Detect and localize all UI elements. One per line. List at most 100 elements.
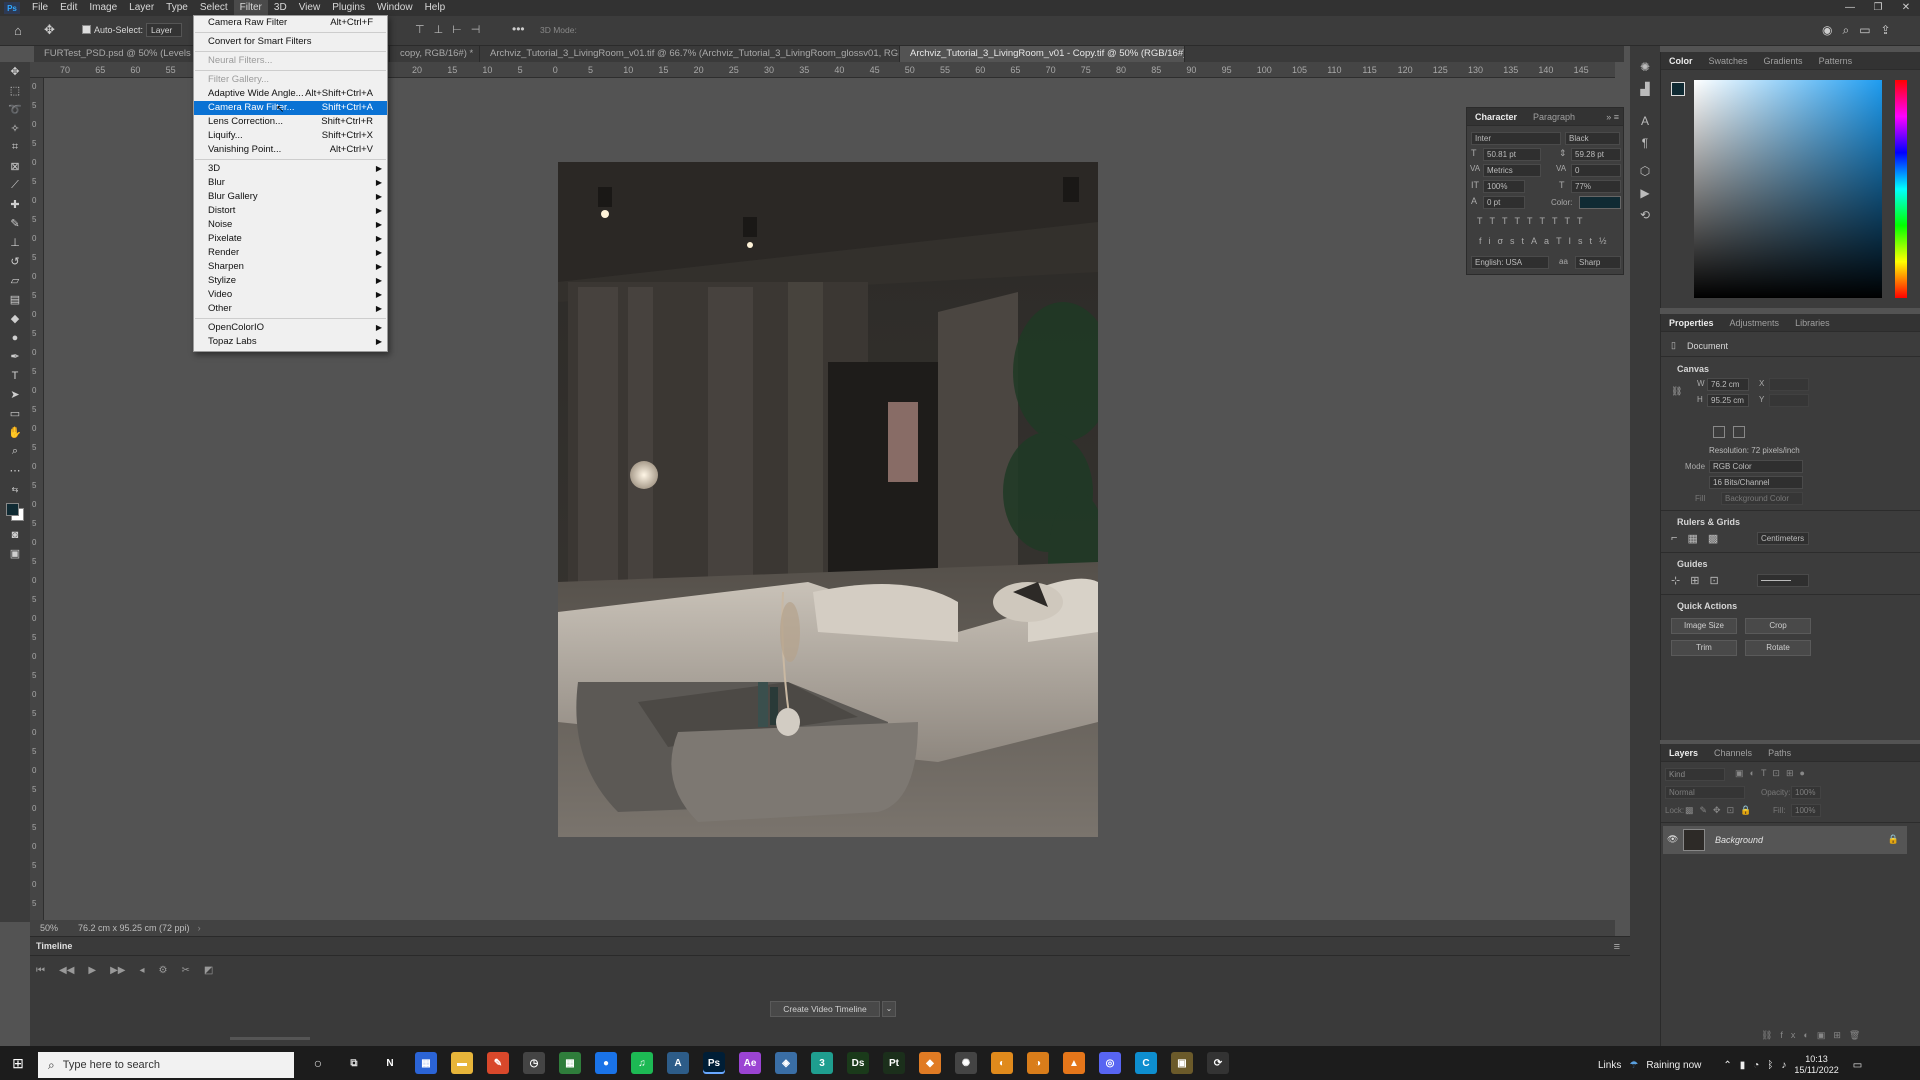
taskbar-app-icon[interactable]: ◷ xyxy=(523,1052,545,1074)
clone-stamp-tool-icon[interactable]: ⊥ xyxy=(0,233,30,252)
healing-brush-tool-icon[interactable]: ✚ xyxy=(0,195,30,214)
path-select-tool-icon[interactable]: ➤ xyxy=(0,385,30,404)
taskbar-app-icon[interactable]: Pt xyxy=(883,1052,905,1074)
transition-icon[interactable]: ◩ xyxy=(204,965,213,976)
type-tool-icon[interactable]: T xyxy=(0,366,30,385)
prev-frame-icon[interactable]: ◀◀ xyxy=(59,965,74,976)
task-view-icon[interactable]: ⧉ xyxy=(343,1052,365,1074)
canvas-section-title[interactable]: Canvas xyxy=(1677,364,1709,374)
dodge-tool-icon[interactable]: ● xyxy=(0,328,30,347)
zoom-level[interactable]: 50% xyxy=(30,923,70,933)
filter-menu-item-camera-raw-filter[interactable]: Camera Raw Filter Alt+Ctrl+F xyxy=(194,16,387,30)
quick-mask-icon[interactable]: ◙ xyxy=(0,525,30,544)
zoom-tool-icon[interactable]: ⌕ xyxy=(0,442,30,461)
eyedropper-tool-icon[interactable]: ⟋ xyxy=(0,176,30,195)
menu-help[interactable]: Help xyxy=(419,0,452,16)
filter-menu-item-lens-correction[interactable]: Lens Correction... Shift+Ctrl+R xyxy=(194,115,387,129)
tab-livingroom-v01[interactable]: Archviz_Tutorial_3_LivingRoom_v01.tif @ … xyxy=(480,46,900,62)
taskbar-search-box[interactable]: ⌕ Type here to search xyxy=(38,1052,294,1078)
settings-icon[interactable]: ⚙ xyxy=(159,965,168,976)
tab-character[interactable]: Character xyxy=(1467,108,1525,126)
document-canvas-image[interactable] xyxy=(558,162,1098,837)
portrait-orientation-icon[interactable] xyxy=(1713,426,1725,438)
timeline-menu-icon[interactable]: ≡ xyxy=(1614,941,1620,953)
paragraph-panel-icon[interactable]: ¶ xyxy=(1630,132,1660,154)
taskbar-app-icon[interactable]: ● xyxy=(595,1052,617,1074)
move-tool-icon[interactable]: ✥ xyxy=(0,62,30,81)
taskbar-app-icon[interactable]: ◆ xyxy=(919,1052,941,1074)
layer-lock-icon[interactable]: 🔒 xyxy=(1888,834,1899,845)
menu-plugins[interactable]: Plugins xyxy=(326,0,371,16)
guide-color-select[interactable] xyxy=(1757,574,1809,587)
leading-input[interactable]: 59.28 pt xyxy=(1571,148,1621,161)
menu-layer[interactable]: Layer xyxy=(123,0,160,16)
filter-menu-item-video[interactable]: Video ▶ xyxy=(194,288,387,302)
hand-tool-icon[interactable]: ✋ xyxy=(0,423,30,442)
frame-tool-icon[interactable]: ⊠ xyxy=(0,157,30,176)
filter-menu-item-noise[interactable]: Noise ▶ xyxy=(194,218,387,232)
layer-filter-icons[interactable]: ▣◐T⊡⊞● xyxy=(1735,768,1811,779)
play-icon[interactable]: ▶ xyxy=(88,965,96,976)
rotate-button[interactable]: Rotate xyxy=(1745,640,1811,656)
filter-menu-item-convert-for-smart-filters[interactable]: Convert for Smart Filters xyxy=(194,35,387,49)
tab-adjustments[interactable]: Adjustments xyxy=(1722,314,1788,332)
filter-menu-item-vanishing-point[interactable]: Vanishing Point... Alt+Ctrl+V xyxy=(194,143,387,157)
photoshop-logo-icon[interactable]: Ps xyxy=(4,2,20,14)
filter-menu-item-blur-gallery[interactable]: Blur Gallery ▶ xyxy=(194,190,387,204)
filter-menu-item-topaz-labs[interactable]: Topaz Labs ▶ xyxy=(194,335,387,349)
menu-3d[interactable]: 3D xyxy=(268,0,293,16)
image-size-button[interactable]: Image Size xyxy=(1671,618,1737,634)
taskbar-app-icon[interactable]: ◈ xyxy=(775,1052,797,1074)
taskbar-app-icon[interactable]: ▬ xyxy=(451,1052,473,1074)
learn-icon[interactable]: ✺ xyxy=(1630,56,1660,78)
color-mode-select[interactable]: RGB Color xyxy=(1709,460,1803,473)
tab-patterns[interactable]: Patterns xyxy=(1811,52,1861,70)
brush-tool-icon[interactable]: ✎ xyxy=(0,214,30,233)
clock[interactable]: 10:13 15/11/2022 xyxy=(1794,1054,1838,1076)
auto-select-target-select[interactable]: Layer xyxy=(146,23,182,37)
panel-menu-icon[interactable]: » ≡ xyxy=(1606,112,1623,122)
font-size-input[interactable]: 50.81 pt xyxy=(1483,148,1541,161)
next-frame-icon[interactable]: ▶▶ xyxy=(110,965,125,976)
tab-livingroom-copy[interactable]: Archviz_Tutorial_3_LivingRoom_v01 - Copy… xyxy=(900,46,1185,62)
filter-menu-item-3d[interactable]: 3D ▶ xyxy=(194,162,387,176)
filter-menu-item-render[interactable]: Render ▶ xyxy=(194,246,387,260)
timeline-type-dropdown-icon[interactable]: ⌄ xyxy=(882,1001,896,1017)
menu-window[interactable]: Window xyxy=(371,0,419,16)
menu-filter[interactable]: Filter xyxy=(233,0,268,16)
filter-menu-item-pixelate[interactable]: Pixelate ▶ xyxy=(194,232,387,246)
menu-edit[interactable]: Edit xyxy=(54,0,83,16)
tab-copy[interactable]: copy, RGB/16#) *× xyxy=(390,46,480,62)
layer-name[interactable]: Background xyxy=(1715,835,1763,845)
restore-button[interactable]: ❐ xyxy=(1864,0,1892,16)
taskbar-app-icon[interactable]: ♫ xyxy=(631,1052,653,1074)
auto-select-checkbox[interactable] xyxy=(82,25,91,34)
tab-swatches[interactable]: Swatches xyxy=(1701,52,1756,70)
taskbar-app-icon[interactable]: Ds xyxy=(847,1052,869,1074)
taskbar-app-icon[interactable]: ▣ xyxy=(1171,1052,1193,1074)
taskbar-app-icon[interactable]: 3 xyxy=(811,1052,833,1074)
ruler-toggle-icon[interactable]: ⌐ xyxy=(1671,532,1677,545)
notifications-icon[interactable]: ▭ xyxy=(1853,1060,1862,1071)
pixel-grid-icon[interactable]: ▩ xyxy=(1708,532,1718,545)
filter-menu-item-distort[interactable]: Distort ▶ xyxy=(194,204,387,218)
menu-view[interactable]: View xyxy=(293,0,327,16)
filter-menu-item-adaptive-wide-angle[interactable]: Adaptive Wide Angle... Alt+Shift+Ctrl+A xyxy=(194,87,387,101)
workspace-icons[interactable]: ◉⌕▭⇪ xyxy=(1822,23,1901,38)
actions-play-icon[interactable]: ▶ xyxy=(1630,182,1660,204)
bluetooth-icon[interactable]: ᛒ xyxy=(1767,1060,1773,1071)
align-icons[interactable]: ⊤⊥⊢⊣ xyxy=(415,23,489,36)
taskbar-app-icon[interactable]: ◑ xyxy=(1027,1052,1049,1074)
swap-colors-icon[interactable]: ⇆ xyxy=(0,480,30,499)
blur-tool-icon[interactable]: ◆ xyxy=(0,309,30,328)
home-icon[interactable]: ⌂ xyxy=(14,23,28,38)
filter-menu-item-liquify[interactable]: Liquify... Shift+Ctrl+X xyxy=(194,129,387,143)
minimize-button[interactable]: — xyxy=(1836,0,1864,16)
color-picker-field[interactable] xyxy=(1694,80,1882,298)
landscape-orientation-icon[interactable] xyxy=(1733,426,1745,438)
foreground-color-chip[interactable] xyxy=(1671,82,1685,96)
taskbar-app-icon[interactable]: ▦ xyxy=(559,1052,581,1074)
marquee-tool-icon[interactable]: ⬚ xyxy=(0,81,30,100)
screen-mode-icon[interactable]: ▣ xyxy=(0,544,30,563)
layer-filter-kind-select[interactable]: Kind xyxy=(1665,768,1725,781)
